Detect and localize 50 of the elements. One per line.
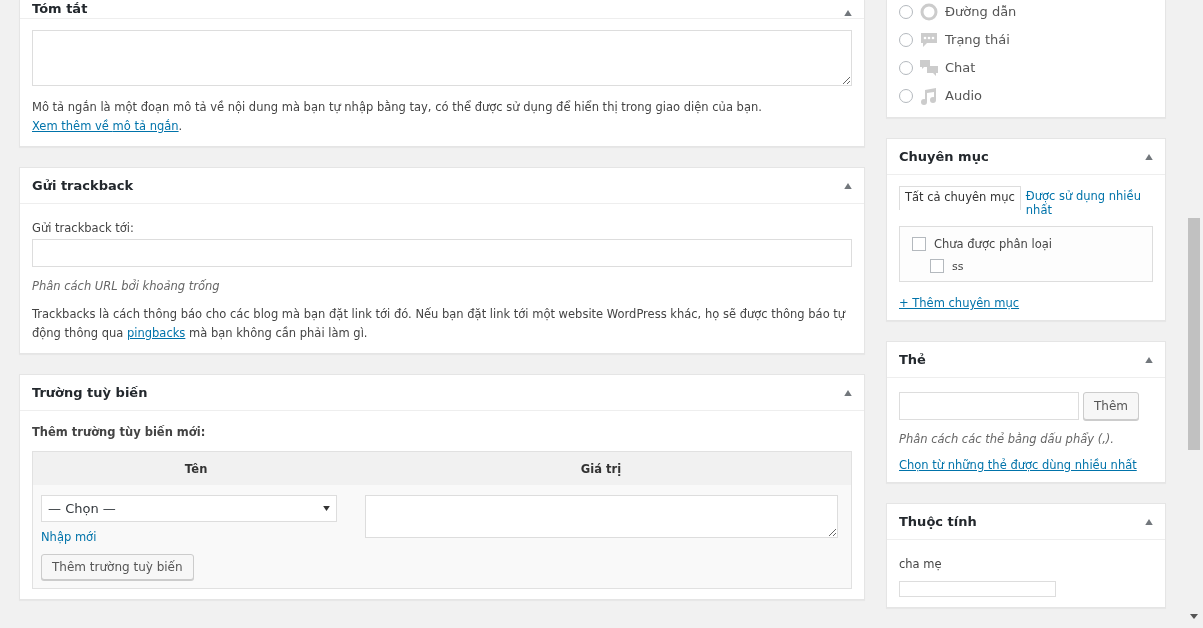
popular-tags-link[interactable]: Chọn từ những thẻ được dùng nhiều nhất — [899, 458, 1137, 472]
add-category-link[interactable]: + Thêm chuyên mục — [899, 296, 1020, 310]
panel-title: Thẻ — [899, 352, 926, 367]
parent-select[interactable] — [899, 581, 1056, 597]
caret-icon — [323, 506, 330, 511]
chat-bubbles-icon — [919, 57, 939, 78]
value-input-field[interactable] — [365, 495, 838, 538]
learn-more-link[interactable]: Xem thêm về — [32, 119, 113, 133]
format-label: Đường dẫn — [945, 4, 1017, 19]
column-header: Tên — [183, 461, 209, 476]
collapse-icon[interactable] — [844, 389, 852, 396]
field-label: Gửi trackback tới: — [32, 221, 135, 235]
collapse-icon[interactable] — [1145, 518, 1153, 525]
format-label: Audio — [945, 88, 982, 103]
scroll-down-icon[interactable] — [1190, 614, 1198, 619]
key-select[interactable]: — Chọn — — [41, 495, 337, 522]
scrollbar-thumb[interactable] — [1188, 218, 1200, 450]
panel-title: Chuyên mục — [899, 149, 989, 164]
excerpt-input-field[interactable] — [32, 30, 852, 86]
help-text: Trackbacks là cách thông báo cho các blog mà bạn đặt link tới đó. Nếu bạn đặt link tới một website WordPress khác, họ sẽ được thông báo tự động thông qua pingbacks mà bạn không cần phải làm gì. — [32, 306, 847, 342]
category-tab[interactable]: Được sử dụng nhiều nhất — [1020, 186, 1151, 223]
panel-title: Thuộc tính — [899, 514, 977, 529]
category-checkbox[interactable] — [912, 237, 926, 251]
collapse-icon[interactable] — [1145, 356, 1153, 363]
field-label: cha mẹ — [899, 557, 943, 571]
section-label: Thêm trường tùy biến mới: — [32, 425, 207, 439]
tag-input-field[interactable] — [899, 392, 1079, 420]
format-label: Trạng thái — [945, 32, 1010, 47]
collapse-icon[interactable] — [844, 10, 852, 16]
category-label: Chưa được phân loại — [934, 237, 1052, 251]
hint-text: Phân cách URL bởi khoảng trống — [32, 279, 221, 293]
panel-title: Trường tuỳ biến — [32, 385, 148, 400]
format-label: Chat — [945, 60, 976, 75]
add-tag-button[interactable]: Thêm — [1083, 392, 1139, 420]
music-note-icon — [919, 85, 939, 106]
hint-text: Phân cách các thẻ bằng dấu phẩy (,). — [899, 432, 1115, 446]
panel-title: Tóm tắt — [32, 1, 88, 16]
category-checkbox[interactable] — [930, 259, 944, 273]
collapse-icon[interactable] — [844, 182, 852, 189]
learn-more-link[interactable]: mô tả ngắn — [112, 119, 179, 133]
collapse-icon[interactable] — [1145, 153, 1153, 160]
category-tab[interactable]: Tất cả chuyên mục — [899, 186, 1021, 210]
pingbacks-link[interactable]: pingbacks — [126, 326, 186, 340]
column-header: Giá trị — [579, 461, 623, 476]
help-text: Mô tả ngắn là một đoạn mô tả về nội dung mà bạn tự nhập bằng tay, có thể được sử dụng để hiển thị trong giao diện của bạn. Xem thêm về mô tả ngắn. — [32, 99, 763, 135]
enter-new-link[interactable]: Nhập mới — [41, 530, 97, 544]
panel-title: Gửi trackback — [32, 178, 134, 193]
category-label: ss — [952, 259, 964, 273]
trackback-url-field[interactable] — [32, 239, 852, 267]
add-custom-field-button[interactable]: Thêm trường tuỳ biến — [41, 554, 194, 580]
